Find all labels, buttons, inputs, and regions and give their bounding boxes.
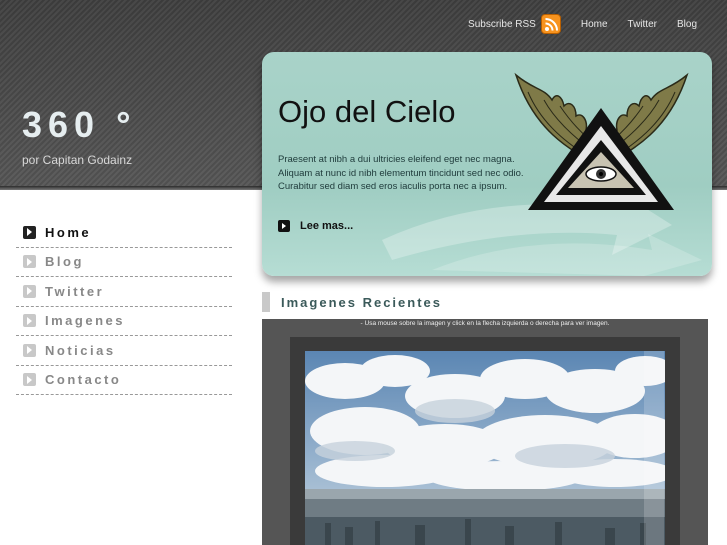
- heading-accent-bar: [262, 292, 270, 312]
- top-navigation: Subscribe RSS Home Twitter Blog: [448, 14, 697, 34]
- arrow-right-icon: [23, 314, 36, 328]
- read-more-button[interactable]: Lee mas...: [278, 220, 353, 232]
- sidebar-item-noticias[interactable]: Noticias: [16, 336, 232, 366]
- read-more-label: Lee mas...: [300, 220, 354, 232]
- topnav-twitter-link[interactable]: Twitter: [628, 19, 657, 30]
- featured-post-excerpt: Praesent at nibh a dui ultricies eleifen…: [278, 154, 524, 192]
- subscribe-rss-link[interactable]: Subscribe RSS: [468, 14, 561, 34]
- topnav-home-link[interactable]: Home: [581, 19, 608, 30]
- sidebar-item-label: Blog: [45, 254, 84, 270]
- sidebar-item-contacto[interactable]: Contacto: [16, 366, 232, 395]
- city-skyline-clouds-photo[interactable]: [305, 351, 665, 545]
- next-image-arrow[interactable]: [644, 351, 664, 545]
- image-gallery: - Usa mouse sobre la imagen y click en l…: [262, 319, 708, 545]
- recent-images-title: Imagenes Recientes: [281, 294, 443, 310]
- gallery-instructions: - Usa mouse sobre la imagen y click en l…: [360, 320, 610, 327]
- sidebar-item-label: Home: [45, 224, 92, 240]
- topnav-blog-link[interactable]: Blog: [677, 19, 697, 30]
- sidebar-item-blog[interactable]: Blog: [16, 248, 232, 277]
- sidebar-item-label: Contacto: [45, 372, 122, 388]
- arrow-right-icon: [23, 225, 36, 239]
- arrow-right-icon: [23, 343, 36, 357]
- arrow-right-icon: [23, 255, 36, 269]
- sidebar-navigation: Home Blog Twitter Imagenes Noticias Cont…: [16, 218, 232, 395]
- featured-post-title[interactable]: Ojo del Cielo: [278, 94, 455, 130]
- sidebar-item-label: Twitter: [45, 283, 105, 299]
- arrow-right-icon: [278, 220, 290, 232]
- sidebar-item-home[interactable]: Home: [16, 218, 232, 248]
- sidebar-item-label: Imagenes: [45, 313, 125, 329]
- subscribe-rss-label: Subscribe RSS: [468, 18, 536, 30]
- site-title[interactable]: 360 °: [22, 104, 136, 146]
- featured-post-panel: Ojo del Cielo Praesent at nibh a dui ult…: [262, 52, 712, 276]
- sidebar-item-imagenes[interactable]: Imagenes: [16, 307, 232, 336]
- recent-images-heading: Imagenes Recientes: [262, 292, 442, 312]
- arrow-right-icon: [23, 284, 36, 298]
- rss-feed-icon[interactable]: [540, 14, 561, 34]
- site-subtitle: por Capitan Godainz: [22, 153, 133, 167]
- sidebar-item-twitter[interactable]: Twitter: [16, 277, 232, 307]
- arrow-right-icon: [23, 373, 36, 387]
- winged-eye-triangle-emblem: [514, 72, 689, 210]
- sidebar-item-label: Noticias: [45, 342, 116, 358]
